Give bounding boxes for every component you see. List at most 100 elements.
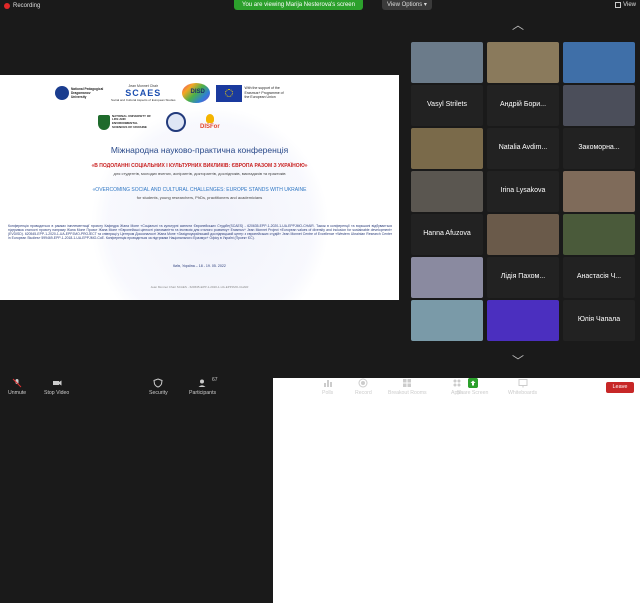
participant-video — [487, 300, 559, 341]
eu-support-text: With the support of the Erasmus+ Program… — [244, 86, 284, 100]
top-bar: Recording You are viewing Marija Nestero… — [0, 0, 640, 12]
view-options-button[interactable]: View Options ▾ — [382, 0, 432, 10]
participant-tile[interactable]: Irina Lysakova — [487, 171, 559, 212]
participant-tile[interactable] — [411, 128, 483, 169]
participant-name: Natalia Avdim... — [498, 144, 548, 151]
stop-video-button[interactable]: Stop Video — [44, 378, 69, 396]
nppu-logo-text: National Pedagogical Dragomanov Universi… — [71, 87, 104, 99]
view-button[interactable]: View — [615, 2, 636, 8]
participant-tile[interactable]: Лідія Пахом... — [487, 257, 559, 298]
participant-video — [563, 85, 635, 126]
participant-video — [411, 300, 483, 341]
share-screen-button[interactable]: Share Screen — [273, 378, 640, 603]
conference-title: Міжнародна науково-практична конференція — [110, 145, 289, 155]
disd-logo: DISD — [181, 83, 210, 103]
participant-tile[interactable] — [563, 42, 635, 83]
breakout-rooms-icon — [403, 379, 412, 387]
participant-name: Лідія Пахом... — [500, 273, 546, 280]
unmute-button[interactable]: Unmute — [8, 378, 26, 396]
whiteboards-button[interactable]: Whiteboards — [508, 378, 537, 396]
whiteboards-label: Whiteboards — [508, 390, 538, 396]
participants-icon — [198, 379, 206, 387]
view-label: View — [623, 2, 636, 8]
meeting-toolbar: Unmute Stop Video Security Participants … — [0, 375, 640, 603]
participant-tile[interactable] — [487, 300, 559, 341]
nppu-emblem-icon — [55, 86, 69, 100]
participant-tile[interactable]: Закоморна... — [563, 128, 635, 169]
participant-name: Irina Lysakova — [500, 187, 546, 194]
breakout-rooms-button[interactable]: Breakout Rooms — [388, 378, 427, 396]
participant-tile[interactable] — [411, 171, 483, 212]
participant-name: Юлія Чапала — [577, 316, 621, 323]
recording-indicator[interactable]: Recording — [4, 3, 40, 9]
leave-button[interactable]: Leave — [606, 382, 634, 393]
participant-tile[interactable]: Андрій Бори... — [487, 85, 559, 126]
participant-tile[interactable] — [487, 42, 559, 83]
disfor-logo: DISFor — [200, 114, 220, 130]
nppu-logo: National Pedagogical Dragomanov Universi… — [55, 86, 105, 100]
audience-en: for students, young researchers, PhDs, p… — [136, 195, 263, 200]
nubip-shield-icon — [98, 114, 110, 130]
participant-name: Андрій Бори... — [499, 101, 547, 108]
participant-tile[interactable]: Vasyl Strilets — [411, 85, 483, 126]
participant-video — [487, 42, 559, 83]
participant-video — [411, 42, 483, 83]
logo-row-second: NATIONAL UNIVERSITY OF LIFE AND ENVIRONM… — [98, 112, 220, 132]
share-screen-icon — [467, 378, 478, 388]
participant-video — [411, 171, 483, 212]
lightbulb-icon — [205, 114, 214, 123]
participant-video — [563, 42, 635, 83]
apps-icon — [453, 379, 461, 387]
participant-video — [411, 128, 483, 169]
stop-video-label: Stop Video — [44, 390, 70, 396]
participant-name: Закоморна... — [578, 144, 620, 151]
participant-tile[interactable]: Юлія Чапала — [563, 300, 635, 341]
nubip-logo: NATIONAL UNIVERSITY OF LIFE AND ENVIRONM… — [98, 113, 152, 130]
participant-tile[interactable] — [411, 257, 483, 298]
participant-tile[interactable] — [563, 171, 635, 212]
recording-label: Recording — [13, 3, 41, 9]
conference-theme-en: «OVERCOMING SOCIAL AND CULTURAL CHALLENG… — [92, 187, 307, 193]
record-icon — [358, 378, 368, 388]
video-camera-icon — [52, 380, 62, 386]
viewing-banner: You are viewing Marija Nesterova's scree… — [234, 0, 363, 10]
nubip-logo-text: NATIONAL UNIVERSITY OF LIFE AND ENVIRONM… — [112, 113, 152, 129]
eu-flag-icon — [215, 84, 242, 102]
participant-tile[interactable]: Hanna Afuzova — [411, 214, 483, 255]
polls-label: Polls — [322, 390, 334, 396]
security-button[interactable]: Security — [149, 378, 168, 396]
unmute-label: Unmute — [8, 390, 27, 396]
breakout-rooms-label: Breakout Rooms — [388, 390, 427, 396]
participant-tile[interactable] — [563, 85, 635, 126]
participant-name: Vasyl Strilets — [427, 101, 467, 108]
participant-tile[interactable]: Natalia Avdim... — [487, 128, 559, 169]
participant-tile[interactable] — [411, 42, 483, 83]
participant-video — [563, 171, 635, 212]
microphone-muted-icon — [12, 378, 22, 388]
polls-icon — [323, 380, 332, 387]
university-seal-icon — [166, 112, 186, 132]
eu-erasmus-logo: With the support of the Erasmus+ Program… — [215, 84, 289, 102]
project-paragraph: Конференція проводиться в рамках імплеме… — [8, 224, 392, 241]
participant-tile[interactable] — [563, 214, 635, 255]
scroll-up-chevron-icon[interactable]: ︿ — [512, 16, 524, 33]
record-dot-icon — [4, 3, 10, 9]
disd-logo-text: DISD — [190, 89, 205, 95]
participant-tile[interactable] — [411, 300, 483, 341]
participant-tile[interactable] — [487, 214, 559, 255]
scroll-down-chevron-icon[interactable]: ﹀ — [512, 352, 524, 369]
apps-button[interactable]: Apps — [451, 378, 463, 396]
participant-video — [487, 214, 559, 255]
participant-tile[interactable]: Анастасія Ч... — [563, 257, 635, 298]
record-label: Record — [355, 390, 372, 396]
participant-video — [411, 257, 483, 298]
conference-announcement: Міжнародна науково-практична конференція… — [0, 145, 399, 200]
grid-view-icon — [615, 2, 622, 8]
record-button[interactable]: Record — [355, 378, 372, 396]
conference-theme-ua: «В ПОДОЛАННІ СОЦІАЛЬНИХ І КУЛЬТУРНИХ ВИК… — [91, 163, 308, 169]
footer-note: Jean Monnet Chair SCAES - 620635-EPP-1-2… — [150, 285, 249, 289]
participants-label: Participants — [189, 390, 217, 396]
view-options-label: View Options — [387, 2, 423, 8]
polls-button[interactable]: Polls — [322, 378, 333, 396]
scaes-logo-name: SCAES — [125, 88, 162, 98]
